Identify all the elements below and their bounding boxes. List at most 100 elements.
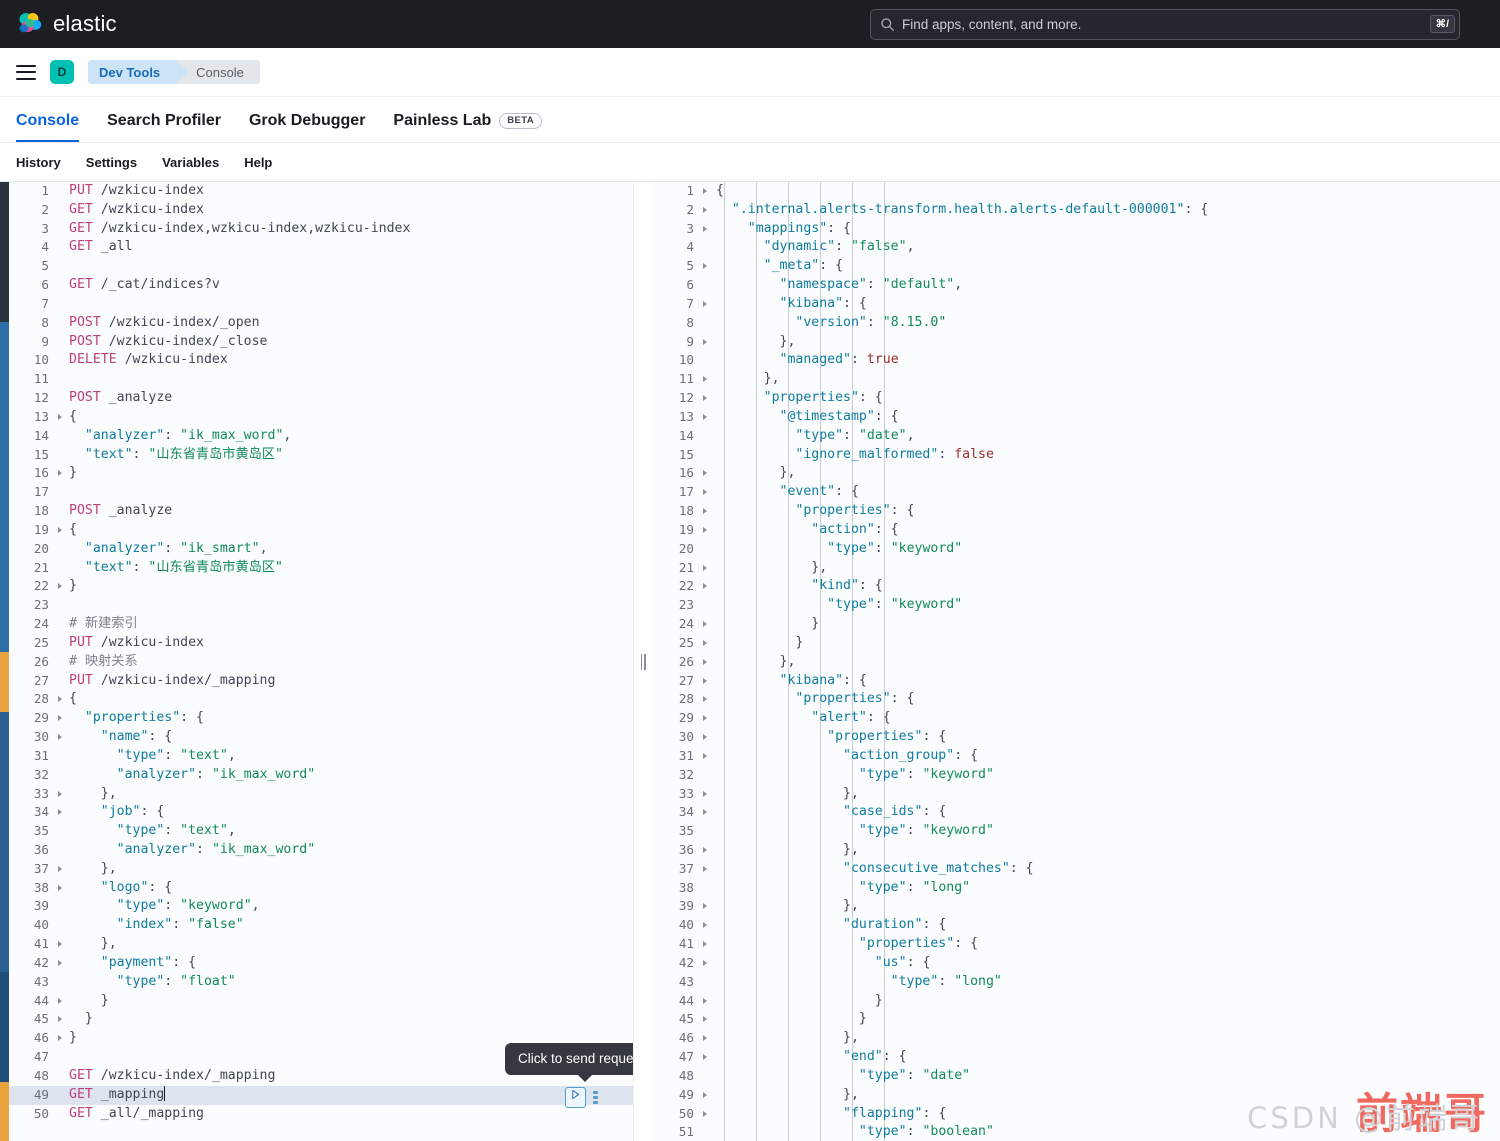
code-line[interactable]: 17 "event": { [652,483,1500,502]
code-line[interactable]: 41 "properties": { [652,935,1500,954]
code-line[interactable]: 33 }, [652,785,1500,804]
code-line[interactable]: 25 PUT /wzkicu-index [9,634,633,653]
code-line[interactable]: 42 "payment": { [9,954,633,973]
code-line[interactable]: 46 }, [652,1029,1500,1048]
code-line[interactable]: 11 }, [652,370,1500,389]
code-line[interactable]: 26 }, [652,653,1500,672]
code-line[interactable]: 33 }, [9,785,633,804]
tab-painless-lab[interactable]: Painless Lab BETA [393,113,543,142]
code-line[interactable]: 40 "duration": { [652,916,1500,935]
code-line[interactable]: 6 "namespace": "default", [652,276,1500,295]
code-line[interactable]: 25 } [652,634,1500,653]
code-line[interactable]: 14 "analyzer": "ik_max_word", [9,427,633,446]
code-line[interactable]: 28 { [9,690,633,709]
code-line[interactable]: 11 [9,370,633,389]
code-line[interactable]: 40 "index": "false" [9,916,633,935]
variables-button[interactable]: Variables [162,155,219,170]
code-line[interactable]: 41 }, [9,935,633,954]
code-line[interactable]: 8 POST /wzkicu-index/_open [9,314,633,333]
editor-annotation-strip[interactable] [0,182,9,1141]
code-line[interactable]: 20 "analyzer": "ik_smart", [9,540,633,559]
code-line[interactable]: 15 "text": "山东省青岛市黄岛区" [9,446,633,465]
code-line[interactable]: 21 }, [652,559,1500,578]
request-editor-code[interactable]: 1 PUT /wzkicu-index 2 GET /wzkicu-index 3 GET… [9,182,633,1123]
code-line[interactable]: 30 "name": { [9,728,633,747]
code-line[interactable]: 36 "analyzer": "ik_max_word" [9,841,633,860]
code-line[interactable]: 4 "dynamic": "false", [652,238,1500,257]
hamburger-menu-icon[interactable] [16,64,36,80]
breadcrumb-item-dev-tools[interactable]: Dev Tools [88,60,189,84]
help-button[interactable]: Help [244,155,272,170]
code-line[interactable]: 50 "flapping": { [652,1105,1500,1124]
code-line[interactable]: 29 "alert": { [652,709,1500,728]
code-line[interactable]: 38 "logo": { [9,879,633,898]
code-line[interactable]: 44 } [652,992,1500,1011]
code-line[interactable]: 49 }, [652,1086,1500,1105]
code-line[interactable]: 39 }, [652,897,1500,916]
code-line[interactable]: 27 "kibana": { [652,672,1500,691]
code-line[interactable]: 23 "type": "keyword" [652,596,1500,615]
breadcrumb-item-console[interactable]: Console [176,60,260,84]
code-line[interactable]: 22} [9,577,633,596]
code-line[interactable]: 8 "version": "8.15.0" [652,314,1500,333]
code-line[interactable]: 27 PUT /wzkicu-index/_mapping [9,672,633,691]
code-line[interactable]: 24 } [652,615,1500,634]
code-line[interactable]: 5 [9,257,633,276]
code-line[interactable]: 31 "action_group": { [652,747,1500,766]
code-line[interactable]: 16} [9,464,633,483]
code-line[interactable]: 12 "properties": { [652,389,1500,408]
code-line[interactable]: 35 "type": "text", [9,822,633,841]
code-line[interactable]: 42 "us": { [652,954,1500,973]
code-line[interactable]: 9 POST /wzkicu-index/_close [9,333,633,352]
code-line[interactable]: 13 { [9,408,633,427]
code-line[interactable]: 13 "@timestamp": { [652,408,1500,427]
code-line[interactable]: 16 }, [652,464,1500,483]
code-line[interactable]: 5 "_meta": { [652,257,1500,276]
code-line[interactable]: 7 [9,295,633,314]
code-line[interactable]: 1 PUT /wzkicu-index [9,182,633,201]
code-line[interactable]: 26 # 映射关系 [9,653,633,672]
code-line[interactable]: 19 "action": { [652,521,1500,540]
tab-console[interactable]: Console [16,113,80,142]
code-line[interactable]: 37 "consecutive_matches": { [652,860,1500,879]
code-line[interactable]: 19 { [9,521,633,540]
global-search-bar[interactable]: ⌘/ [870,8,1460,40]
code-line[interactable]: 39 "type": "keyword", [9,897,633,916]
settings-button[interactable]: Settings [86,155,137,170]
code-line[interactable]: 32 "type": "keyword" [652,766,1500,785]
request-editor-pane[interactable]: 1 PUT /wzkicu-index 2 GET /wzkicu-index 3 GET… [9,182,634,1141]
code-line[interactable]: 35 "type": "keyword" [652,822,1500,841]
code-line[interactable]: 48 "type": "date" [652,1067,1500,1086]
code-line[interactable]: 38 "type": "long" [652,879,1500,898]
response-viewer-pane[interactable]: 1{2 ".internal.alerts-transform.health.a… [652,182,1500,1141]
code-line[interactable]: 9 }, [652,333,1500,352]
code-line[interactable]: 20 "type": "keyword" [652,540,1500,559]
code-line[interactable]: 45 } [652,1010,1500,1029]
code-line[interactable]: 34 "job": { [9,803,633,822]
code-line[interactable]: 43 "type": "float" [9,973,633,992]
code-line[interactable]: 12 POST _analyze [9,389,633,408]
code-line[interactable]: 17 [9,483,633,502]
code-line[interactable]: 1{ [652,182,1500,201]
code-line[interactable]: 34 "case_ids": { [652,803,1500,822]
code-line[interactable]: 43 "type": "long" [652,973,1500,992]
code-line[interactable]: 30 "properties": { [652,728,1500,747]
code-line[interactable]: 32 "analyzer": "ik_max_word" [9,766,633,785]
wrench-actions-icon[interactable] [593,1090,598,1104]
code-line[interactable]: 4 GET _all [9,238,633,257]
code-line[interactable]: 24 # 新建索引 [9,615,633,634]
code-line[interactable]: 18 "properties": { [652,502,1500,521]
code-line[interactable]: 14 "type": "date", [652,427,1500,446]
code-line[interactable]: 28 "properties": { [652,690,1500,709]
code-line[interactable]: 6 GET /_cat/indices?v [9,276,633,295]
pane-splitter[interactable] [634,182,652,1141]
code-line[interactable]: 2 ".internal.alerts-transform.health.ale… [652,201,1500,220]
code-line[interactable]: 7 "kibana": { [652,295,1500,314]
code-line[interactable]: 45 } [9,1010,633,1029]
code-line[interactable]: 10 DELETE /wzkicu-index [9,351,633,370]
code-line[interactable]: 47 "end": { [652,1048,1500,1067]
tab-search-profiler[interactable]: Search Profiler [107,113,221,142]
code-line[interactable]: 36 }, [652,841,1500,860]
code-line[interactable]: 49 Click to send request GET _mapping [9,1042,633,1108]
code-line[interactable]: 10 "managed": true [652,351,1500,370]
